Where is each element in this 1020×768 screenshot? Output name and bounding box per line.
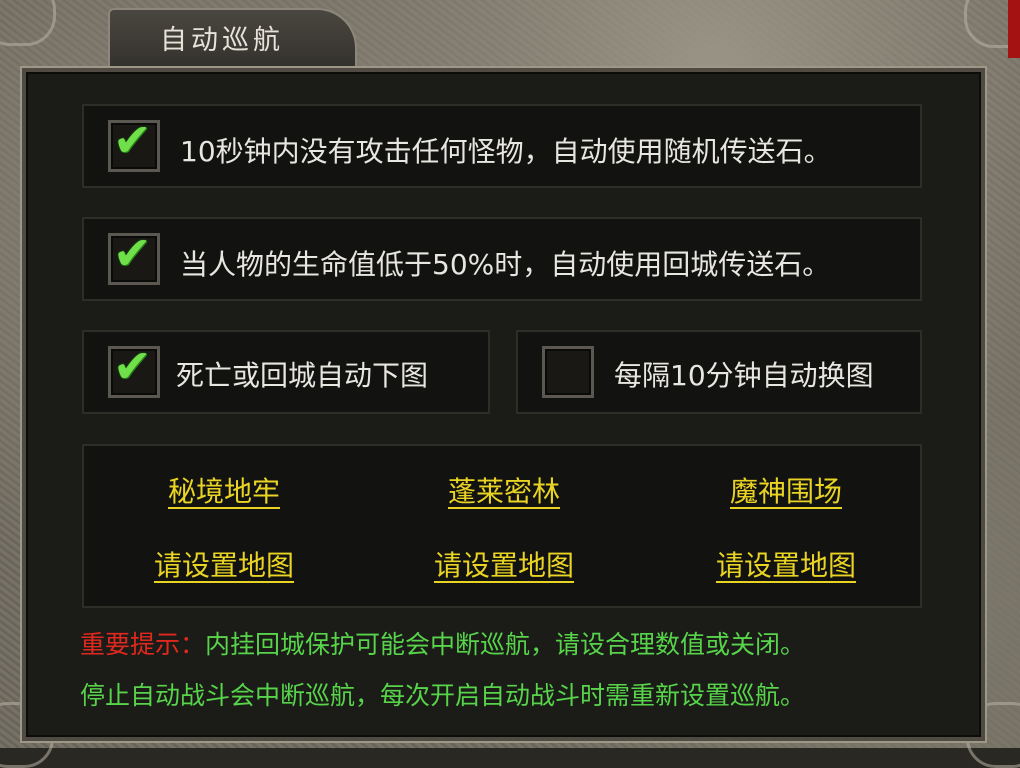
ornament-corner-icon bbox=[0, 0, 56, 46]
map-name-link[interactable]: 秘境地牢 bbox=[168, 470, 280, 510]
edge-fragment bbox=[1008, 0, 1020, 58]
checkmark-icon: ✔ bbox=[113, 113, 152, 167]
tip-warning-prefix: 重要提示： bbox=[80, 630, 206, 659]
tip-line-2: 停止自动战斗会中断巡航，每次开启自动战斗时需重新设置巡航。 bbox=[80, 676, 805, 712]
checkmark-icon: ✔ bbox=[113, 226, 152, 280]
window-frame: 自动巡航 ✔ 10秒钟内没有攻击任何怪物，自动使用随机传送石。 ✔ 当人物的生命… bbox=[0, 0, 1020, 768]
checkbox-auto-descend[interactable]: ✔ bbox=[108, 339, 160, 398]
map-setting-link[interactable]: 请设置地图 bbox=[716, 544, 856, 584]
option-label: 死亡或回城自动下图 bbox=[176, 359, 429, 392]
map-name-link[interactable]: 魔神围场 bbox=[730, 470, 842, 510]
checkmark-icon: ✔ bbox=[113, 339, 152, 393]
map-selection-area: 秘境地牢 蓬莱密林 魔神围场 请设置地图 请设置地图 请设置地图 bbox=[82, 444, 922, 608]
map-setting-link[interactable]: 请设置地图 bbox=[154, 544, 294, 584]
map-name-link[interactable]: 蓬莱密林 bbox=[448, 470, 560, 510]
checkbox-auto-switch-map[interactable] bbox=[542, 346, 594, 398]
option-label: 当人物的生命值低于50%时，自动使用回城传送石。 bbox=[180, 248, 831, 281]
tip-line-1: 重要提示：内挂回城保护可能会中断巡航，请设合理数值或关闭。 bbox=[80, 625, 805, 661]
checkbox-random-teleport[interactable]: ✔ bbox=[108, 113, 160, 172]
window-title: 自动巡航 bbox=[160, 25, 284, 56]
option-row-hp-return[interactable]: ✔ 当人物的生命值低于50%时，自动使用回城传送石。 bbox=[82, 217, 922, 301]
option-row-auto-descend[interactable]: ✔ 死亡或回城自动下图 bbox=[82, 330, 490, 414]
tip-text: 内挂回城保护可能会中断巡航，请设合理数值或关闭。 bbox=[205, 630, 806, 659]
option-label: 10秒钟内没有攻击任何怪物，自动使用随机传送石。 bbox=[180, 135, 832, 168]
tip-text: 停止自动战斗会中断巡航，每次开启自动战斗时需重新设置巡航。 bbox=[80, 681, 806, 710]
map-setting-link[interactable]: 请设置地图 bbox=[434, 544, 574, 584]
option-row-auto-switch-map[interactable]: 每隔10分钟自动换图 bbox=[516, 330, 922, 414]
option-row-random-teleport[interactable]: ✔ 10秒钟内没有攻击任何怪物，自动使用随机传送石。 bbox=[82, 104, 922, 188]
checkbox-hp-return[interactable]: ✔ bbox=[108, 226, 160, 285]
option-label: 每隔10分钟自动换图 bbox=[614, 359, 874, 392]
